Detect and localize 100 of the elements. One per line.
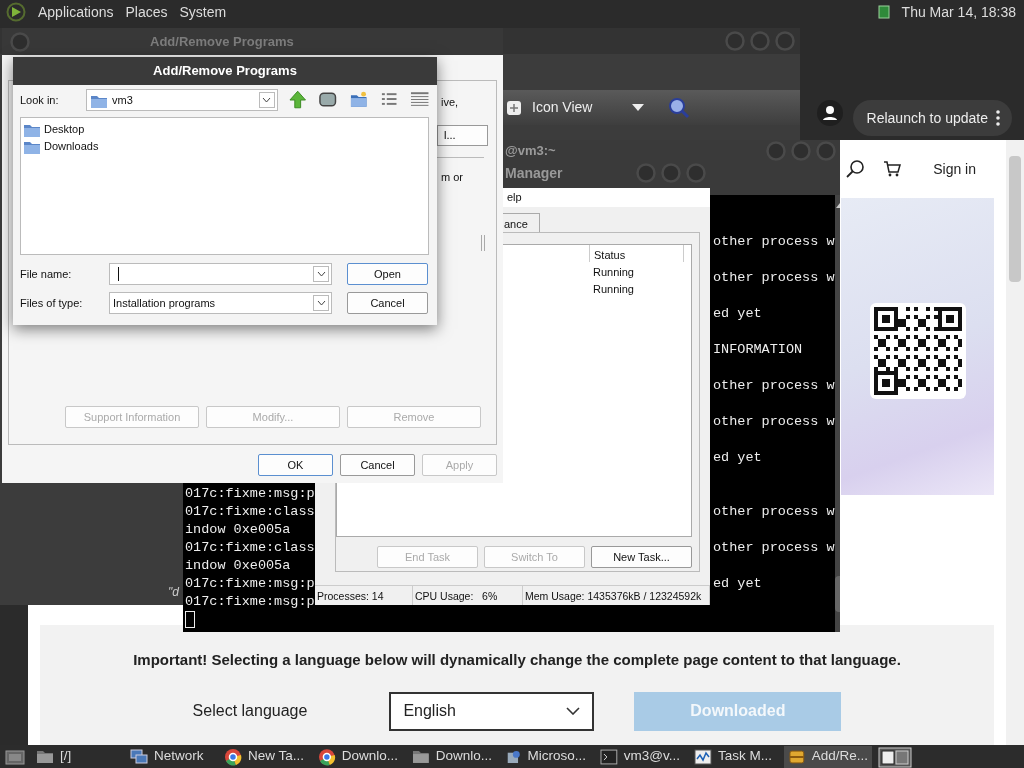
update-button[interactable]: Relaunch to update bbox=[852, 100, 1012, 136]
menu-item[interactable]: elp bbox=[507, 189, 522, 206]
clock[interactable]: Thu Mar 14, 18:38 bbox=[901, 1, 1016, 23]
caret-icon bbox=[262, 97, 272, 103]
taskbar-label: Network bbox=[154, 747, 204, 766]
taskbar-button[interactable]: vm3@v... bbox=[596, 745, 684, 768]
chart-icon bbox=[694, 747, 712, 766]
screen-icon[interactable] bbox=[318, 90, 338, 110]
item-name: Downloads bbox=[44, 139, 99, 155]
terminal-line: other process w bbox=[713, 413, 835, 431]
column-header[interactable]: Status bbox=[589, 245, 684, 262]
text-fragment: m or bbox=[441, 169, 463, 185]
taskbar-button[interactable]: Task M... bbox=[690, 745, 778, 768]
dialog-button[interactable]: Open bbox=[347, 263, 428, 285]
dialog-button[interactable]: OK bbox=[258, 454, 333, 476]
account-icon[interactable] bbox=[816, 100, 843, 126]
scrollbar[interactable] bbox=[1006, 140, 1024, 745]
task-button[interactable]: New Task... bbox=[591, 546, 692, 568]
notice-text: Important! Selecting a language below will dynamically change the complete page content to that language. bbox=[133, 650, 901, 670]
combo-value: Installation programs bbox=[113, 295, 216, 311]
look-in-combo[interactable]: vm3 bbox=[86, 89, 278, 111]
terminal-line: indow 0xe005a bbox=[185, 557, 292, 575]
terminal-line: INFORMATION bbox=[713, 341, 803, 359]
terminal-line: other process w bbox=[713, 269, 835, 287]
dropdown-button[interactable] bbox=[313, 295, 329, 311]
file-name-field[interactable] bbox=[109, 263, 332, 285]
status-cell: Running bbox=[593, 283, 634, 295]
field-label: Files of type: bbox=[20, 295, 84, 311]
taskbar-label: Downlo... bbox=[341, 747, 398, 766]
up-arrow-icon[interactable] bbox=[287, 90, 308, 110]
new-folder-icon[interactable] bbox=[348, 90, 369, 110]
package-icon bbox=[788, 747, 806, 766]
list-item[interactable]: Desktop bbox=[23, 121, 426, 138]
caret-icon[interactable] bbox=[632, 103, 645, 112]
terminal-line: 017c:fixme:msg:p bbox=[185, 593, 316, 611]
taskbar-label: Downlo... bbox=[435, 747, 492, 766]
list-item[interactable]: Downloads bbox=[23, 138, 426, 155]
taskbar-button[interactable]: Add/Re... bbox=[784, 745, 872, 768]
dropdown-button[interactable] bbox=[313, 266, 329, 282]
terminal-line: other process w bbox=[713, 233, 835, 251]
app-menu-icon[interactable] bbox=[6, 2, 26, 22]
taskbar-button[interactable]: Downlo... bbox=[314, 745, 402, 768]
terminal-line: other process w bbox=[713, 503, 835, 521]
taskbar-label: [/] bbox=[60, 747, 72, 766]
menu-item[interactable]: Places bbox=[125, 1, 168, 23]
terminal-line: 017c:fixme:class bbox=[185, 539, 316, 557]
workspace-switcher-icon[interactable] bbox=[878, 745, 912, 768]
browser-icon bbox=[318, 747, 336, 766]
caret-icon bbox=[316, 300, 326, 306]
more-icon bbox=[996, 110, 1000, 126]
show-desktop-icon[interactable] bbox=[4, 747, 26, 766]
caret-icon bbox=[316, 271, 326, 277]
view-mode-label[interactable]: Icon View bbox=[532, 97, 593, 118]
taskbar-label: New Ta... bbox=[247, 747, 304, 766]
terminal-line: 017c:fixme:msg:p bbox=[185, 485, 316, 503]
add-icon[interactable] bbox=[506, 99, 522, 116]
cursor bbox=[185, 611, 195, 628]
partial-button[interactable]: l... bbox=[437, 124, 488, 146]
dialog-button[interactable]: Cancel bbox=[340, 454, 415, 476]
terminal-line: other process w bbox=[713, 377, 835, 395]
file-type-combo[interactable]: Installation programs bbox=[109, 292, 332, 314]
taskbar-button[interactable]: Microso... bbox=[502, 745, 590, 768]
language-label: Select language bbox=[192, 701, 308, 721]
status-text: Mem Usage: 1435376kB / 12324592k bbox=[523, 586, 710, 605]
taskbar-button[interactable]: Downlo... bbox=[408, 745, 496, 768]
text-fragment: ive, bbox=[441, 95, 459, 110]
terminal-line: ed yet bbox=[713, 305, 762, 323]
taskbar-label: Microso... bbox=[527, 747, 586, 766]
combo-value: vm3 bbox=[112, 92, 133, 108]
taskbar-label: vm3@v... bbox=[623, 747, 680, 766]
status-text: "d bbox=[168, 584, 179, 601]
cart-icon[interactable] bbox=[883, 160, 902, 178]
item-name: Desktop bbox=[44, 122, 85, 138]
update-label: Relaunch to update bbox=[866, 108, 988, 128]
dialog-button[interactable]: Cancel bbox=[347, 292, 428, 314]
terminal-line: other process w bbox=[713, 539, 835, 557]
window-title: Add/Remove Programs bbox=[150, 32, 294, 51]
field-label: File name: bbox=[20, 266, 73, 282]
status-cell: Running bbox=[593, 266, 634, 278]
menu-item[interactable]: System bbox=[179, 1, 227, 23]
sign-in-link[interactable]: Sign in bbox=[933, 158, 976, 180]
status-text: Processes: 14 bbox=[315, 586, 413, 605]
taskbar-button[interactable]: Network bbox=[126, 745, 214, 768]
taskbar-button[interactable]: [/] bbox=[32, 745, 120, 768]
language-select[interactable]: English bbox=[389, 691, 595, 731]
indicator-icon bbox=[877, 5, 890, 19]
taskbar-label: Add/Re... bbox=[811, 747, 868, 766]
window-title: @vm3:~ bbox=[505, 142, 556, 160]
status-text: CPU Usage: 6% bbox=[413, 586, 523, 605]
menu-item[interactable]: Applications bbox=[38, 1, 114, 23]
window-title: Add/Remove Programs bbox=[153, 62, 297, 81]
text-cursor bbox=[118, 267, 119, 281]
terminal-line: 017c:fixme:class bbox=[185, 503, 316, 521]
selected-language: English bbox=[403, 701, 456, 721]
network-icon bbox=[130, 747, 148, 766]
taskbar-label: Task M... bbox=[718, 747, 772, 766]
taskbar-button[interactable]: New Ta... bbox=[220, 745, 308, 768]
browser-icon bbox=[224, 747, 242, 766]
dropdown-button[interactable] bbox=[258, 92, 275, 108]
search-icon[interactable] bbox=[845, 159, 866, 179]
